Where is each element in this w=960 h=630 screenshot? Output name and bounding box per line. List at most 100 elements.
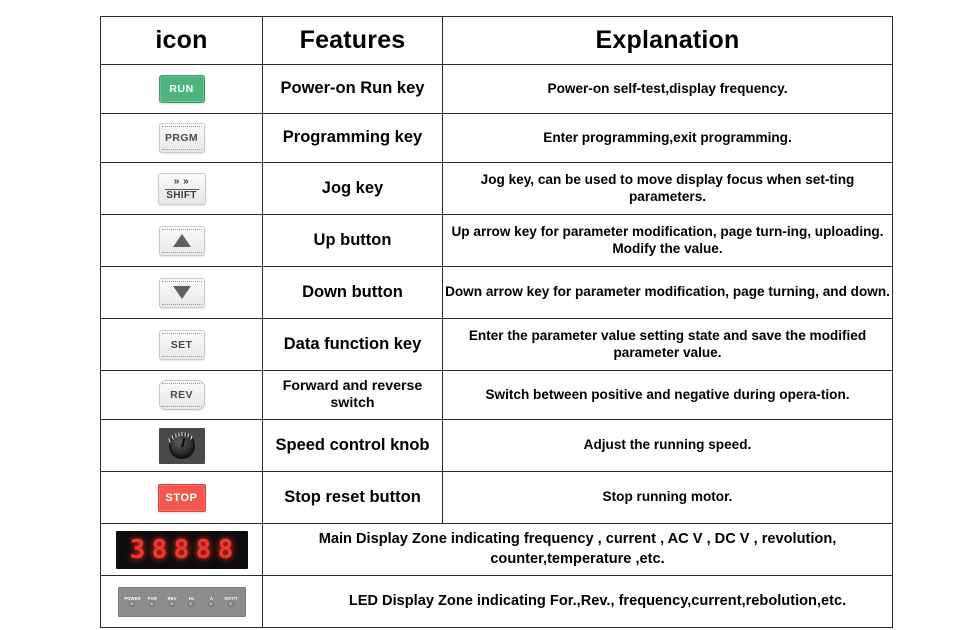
led-cell: POWER xyxy=(123,595,143,608)
icon-cell-prgm: PRGM xyxy=(100,113,263,163)
column-header-explanation: Explanation xyxy=(442,16,893,65)
shift-key-label: SHIFT xyxy=(166,189,197,201)
seg-digit: 8 xyxy=(151,534,168,565)
led-label: Hz xyxy=(188,595,195,601)
explanation-text: Switch between positive and negative dur… xyxy=(442,370,893,420)
rev-key-face[interactable]: REV xyxy=(158,380,205,410)
table-header-row: icon Features Explanation xyxy=(100,16,893,65)
icon-cell-stop: STOP xyxy=(100,471,263,524)
icon-cell-down xyxy=(100,266,263,319)
led-label: REV xyxy=(167,595,177,601)
speed-knob-icon[interactable] xyxy=(101,427,262,464)
icon-cell-shift: » » SHIFT xyxy=(100,162,263,215)
keypad-function-table: icon Features Explanation RUN Power-on R… xyxy=(100,16,893,628)
double-chevron-icon: » » xyxy=(173,175,190,187)
prgm-key-icon[interactable]: PRGM xyxy=(101,123,262,153)
feature-label: Speed control knob xyxy=(262,419,443,472)
led-label: A xyxy=(209,595,213,601)
table-row: Up button Up arrow key for parameter mod… xyxy=(100,214,893,267)
seven-segment-display: 3 8 8 8 8 xyxy=(115,530,248,569)
up-key-face[interactable] xyxy=(158,225,205,256)
led-dot-icon xyxy=(168,601,175,608)
prgm-key-label: PRGM xyxy=(164,132,199,144)
knob-plate[interactable] xyxy=(158,427,205,464)
run-key-label: RUN xyxy=(169,83,194,95)
table-row: PRGM Programming key Enter programming,e… xyxy=(100,113,893,163)
seg-digit: 8 xyxy=(195,534,212,565)
led-dot-icon xyxy=(208,601,215,608)
icon-cell-knob xyxy=(100,419,263,472)
explanation-text: Adjust the running speed. xyxy=(442,419,893,472)
up-arrow-key-icon[interactable] xyxy=(101,225,262,256)
led-cell: REV xyxy=(162,595,182,608)
run-key-face[interactable]: RUN xyxy=(158,75,205,103)
table-row: REV Forward and reverse switch Switch be… xyxy=(100,370,893,420)
feature-label: Up button xyxy=(262,214,443,267)
prgm-key-face[interactable]: PRGM xyxy=(158,123,205,153)
feature-label: Jog key xyxy=(262,162,443,215)
led-label: FOR xyxy=(147,595,157,601)
arrow-down-icon xyxy=(172,286,191,299)
screenshot-root: icon Features Explanation RUN Power-on R… xyxy=(0,0,960,630)
knob-body[interactable] xyxy=(167,431,195,459)
set-key-face[interactable]: SET xyxy=(158,329,205,360)
feature-label: Stop reset button xyxy=(262,471,443,524)
knob-tick-marks-icon xyxy=(167,431,192,443)
stop-key-icon[interactable]: STOP xyxy=(101,483,262,512)
led-indicator-strip-icon: POWER FOR REV Hz A ROT/T xyxy=(101,586,262,617)
feature-label: Down button xyxy=(262,266,443,319)
table-row: Down button Down arrow key for parameter… xyxy=(100,266,893,319)
down-key-face[interactable] xyxy=(158,277,205,308)
led-label: POWER xyxy=(124,595,141,601)
arrow-up-icon xyxy=(172,234,191,247)
seven-segment-display-icon: 3 8 8 8 8 xyxy=(101,530,262,569)
icon-cell-set: SET xyxy=(100,318,263,371)
explanation-text: Down arrow key for parameter modificatio… xyxy=(442,266,893,319)
column-header-icon: icon xyxy=(100,16,263,65)
feature-label: Power-on Run key xyxy=(262,64,443,114)
icon-cell-led-strip: POWER FOR REV Hz A ROT/T xyxy=(100,575,263,628)
down-arrow-key-icon[interactable] xyxy=(101,277,262,308)
table-row: » » SHIFT Jog key Jog key, can be used t… xyxy=(100,162,893,215)
stop-key-label: STOP xyxy=(165,491,198,504)
feature-label: Programming key xyxy=(262,113,443,163)
explanation-text: Jog key, can be used to move display foc… xyxy=(442,162,893,215)
led-dot-icon xyxy=(129,601,136,608)
explanation-text: Stop running motor. xyxy=(442,471,893,524)
icon-cell-rev: REV xyxy=(100,370,263,420)
seg-digit: 8 xyxy=(173,534,190,565)
main-display-description: Main Display Zone indicating frequency ,… xyxy=(262,523,893,576)
feature-label: Forward and reverse switch xyxy=(262,370,443,420)
icon-cell-run: RUN xyxy=(100,64,263,114)
stop-key-face[interactable]: STOP xyxy=(157,483,206,512)
explanation-text: Power-on self-test,display frequency. xyxy=(442,64,893,114)
led-label: ROT/T xyxy=(224,595,238,601)
rev-key-label: REV xyxy=(170,389,193,401)
explanation-text: Enter programming,exit programming. xyxy=(442,113,893,163)
table-row: Speed control knob Adjust the running sp… xyxy=(100,419,893,472)
table-row: RUN Power-on Run key Power-on self-test,… xyxy=(100,64,893,114)
icon-cell-up xyxy=(100,214,263,267)
seg-digit: 3 xyxy=(129,534,146,565)
set-key-icon[interactable]: SET xyxy=(101,329,262,360)
shift-key-icon[interactable]: » » SHIFT xyxy=(101,172,262,205)
table-row: SET Data function key Enter the paramete… xyxy=(100,318,893,371)
rev-key-icon[interactable]: REV xyxy=(101,380,262,410)
led-cell: Hz xyxy=(182,595,202,608)
table-row: 3 8 8 8 8 Main Display Zone indicating f… xyxy=(100,523,893,576)
led-dot-icon xyxy=(149,601,155,608)
led-cell: ROT/T xyxy=(221,595,241,608)
run-key-icon[interactable]: RUN xyxy=(101,75,262,103)
led-indicator-strip: POWER FOR REV Hz A ROT/T xyxy=(117,586,246,617)
explanation-text: Enter the parameter value setting state … xyxy=(442,318,893,371)
led-dot-icon xyxy=(188,601,195,608)
led-display-description: LED Display Zone indicating For.,Rev., f… xyxy=(262,575,893,628)
led-dot-icon xyxy=(227,601,234,608)
explanation-text: Up arrow key for parameter modification,… xyxy=(442,214,893,267)
led-cell: FOR xyxy=(142,595,162,608)
shift-key-face[interactable]: » » SHIFT xyxy=(157,172,206,205)
seg-digit: 8 xyxy=(217,534,234,565)
table-row: STOP Stop reset button Stop running moto… xyxy=(100,471,893,524)
icon-cell-main-display: 3 8 8 8 8 xyxy=(100,523,263,576)
led-cell: A xyxy=(201,595,221,608)
